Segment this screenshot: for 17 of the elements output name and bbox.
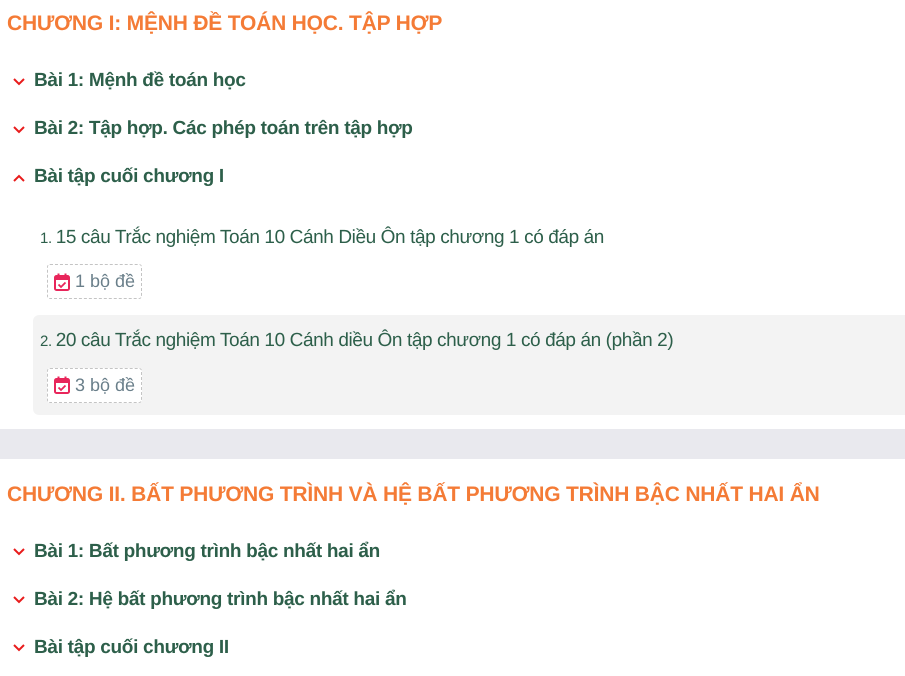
quiz-count-badge: 3 bộ đề [47, 368, 142, 402]
quiz-count-badge: 1 bộ đề [47, 264, 142, 299]
lesson-toggle[interactable]: Bài tập cuối chương II [0, 624, 905, 672]
lesson-toggle[interactable]: Bài 2: Tập hợp. Các phép toán trên tập hợp [0, 106, 905, 154]
lesson-toggle[interactable]: Bài tập cuối chương I [0, 154, 905, 202]
calendar-check-icon [54, 376, 70, 394]
lesson-toggle[interactable]: Bài 1: Mệnh đề toán học [0, 58, 905, 106]
lesson-toggle[interactable]: Bài 1: Bất phương trình bậc nhất hai ẩn [0, 528, 905, 576]
chapter-heading: CHƯƠNG II. BẤT PHƯƠNG TRÌNH VÀ HỆ BẤT PHƯƠNG TRÌNH BẬC NHẤT HAI ẨN [6, 481, 821, 508]
chapter-heading: CHƯƠNG I: MỆNH ĐỀ TOÁN HỌC. TẬP HỢP [6, 10, 444, 37]
item-number: 2. [40, 332, 52, 352]
quiz-title: 15 câu Trắc nghiệm Toán 10 Cánh Diều Ôn tập chương 1 có đáp án [56, 225, 604, 250]
lesson-toggle[interactable]: Bài 2: Hệ bất phương trình bậc nhất hai ẩn [0, 576, 905, 624]
quiz-item[interactable]: 2. 20 câu Trắc nghiệm Toán 10 Cánh diều Ôn tập chương 1 có đáp án (phần 2) 3 bộ đề [33, 315, 905, 414]
quiz-title: 20 câu Trắc nghiệm Toán 10 Cánh diều Ôn tập chương 1 có đáp án (phần 2) [56, 328, 674, 353]
item-number: 1. [40, 228, 52, 248]
calendar-check-icon [54, 272, 70, 290]
